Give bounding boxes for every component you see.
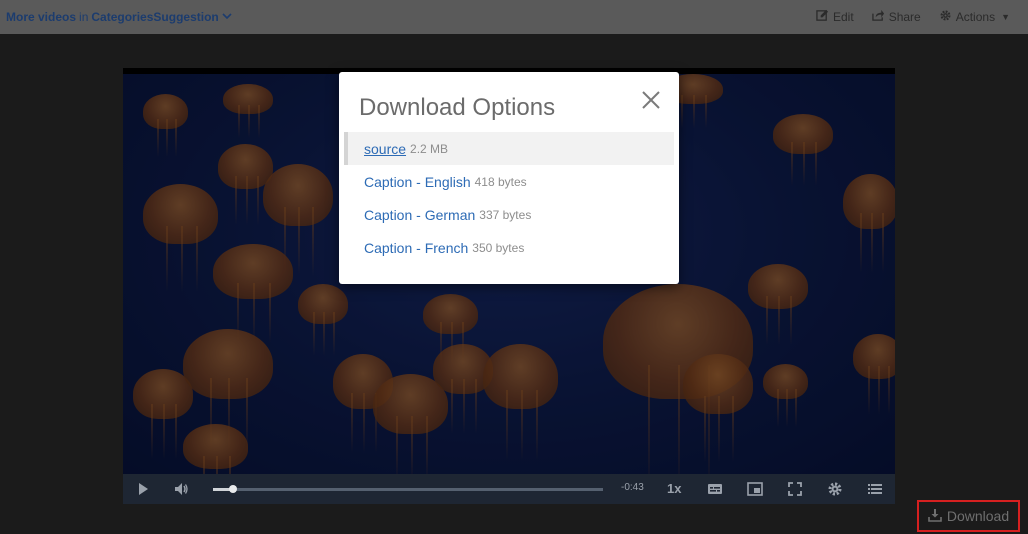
volume-icon: [173, 481, 189, 500]
close-button[interactable]: [640, 89, 662, 111]
fullscreen-button[interactable]: [787, 481, 803, 500]
download-option-size: 418 bytes: [474, 174, 527, 189]
download-option-caption-english[interactable]: Caption - English 418 bytes: [344, 165, 674, 198]
download-option-list: source 2.2 MB Caption - English 418 byte…: [344, 132, 674, 264]
time-remaining: -0:43: [621, 482, 644, 493]
download-button[interactable]: Download: [917, 500, 1020, 532]
picture-in-picture-icon: [747, 481, 763, 500]
download-option-link[interactable]: Caption - English: [364, 174, 471, 190]
edit-button[interactable]: Edit: [816, 9, 854, 25]
dialog-title: Download Options: [359, 94, 556, 121]
breadcrumb: More videos in Categories Suggestion: [6, 10, 232, 24]
share-icon: [871, 9, 885, 25]
playback-rate-button[interactable]: 1x: [667, 481, 681, 496]
captions-button[interactable]: [707, 481, 723, 500]
edit-label: Edit: [833, 10, 854, 24]
edit-icon: [816, 9, 829, 25]
share-button[interactable]: Share: [871, 9, 921, 25]
download-option-source[interactable]: source 2.2 MB: [344, 132, 674, 165]
download-option-size: 350 bytes: [472, 240, 525, 255]
picture-in-picture-button[interactable]: [747, 481, 763, 500]
close-icon: [640, 91, 662, 114]
seek-handle[interactable]: [228, 485, 237, 493]
fullscreen-icon: [787, 481, 803, 500]
download-option-caption-german[interactable]: Caption - German 337 bytes: [344, 198, 674, 231]
settings-button[interactable]: [827, 481, 843, 500]
download-label: Download: [946, 508, 1010, 524]
actions-label: Actions: [955, 10, 996, 24]
caret-down-icon: ▼: [1001, 12, 1010, 22]
actions-menu-button[interactable]: Actions ▼: [939, 9, 1010, 25]
download-option-size: 337 bytes: [479, 207, 532, 222]
breadcrumb-in-text: in: [79, 10, 89, 24]
download-option-caption-french[interactable]: Caption - French 350 bytes: [344, 231, 674, 264]
player-controls: -0:43 1x: [123, 474, 895, 504]
chapters-button[interactable]: [867, 481, 883, 500]
suggestion-link[interactable]: Suggestion: [153, 10, 218, 24]
captions-icon: [707, 481, 723, 500]
more-videos-link[interactable]: More videos: [6, 10, 76, 24]
seek-bar[interactable]: [213, 485, 603, 493]
play-icon: [135, 481, 151, 500]
download-options-dialog: Download Options source 2.2 MB Caption -…: [339, 72, 679, 284]
categories-link[interactable]: Categories: [91, 10, 153, 24]
share-label: Share: [888, 10, 921, 24]
top-bar: More videos in Categories Suggestion Edi…: [0, 0, 1028, 34]
download-option-link[interactable]: Caption - French: [364, 240, 468, 256]
volume-button[interactable]: [173, 481, 189, 500]
download-icon: [928, 508, 942, 525]
play-button[interactable]: [135, 481, 151, 500]
download-option-size: 2.2 MB: [410, 141, 449, 156]
gear-icon: [827, 481, 843, 500]
list-icon: [867, 481, 883, 500]
topbar-actions: Edit Share Actions ▼: [816, 9, 1022, 25]
gear-icon: [939, 9, 952, 25]
download-option-link[interactable]: Caption - German: [364, 207, 475, 223]
chevron-down-icon[interactable]: [222, 11, 232, 24]
download-option-link[interactable]: source: [364, 141, 406, 157]
